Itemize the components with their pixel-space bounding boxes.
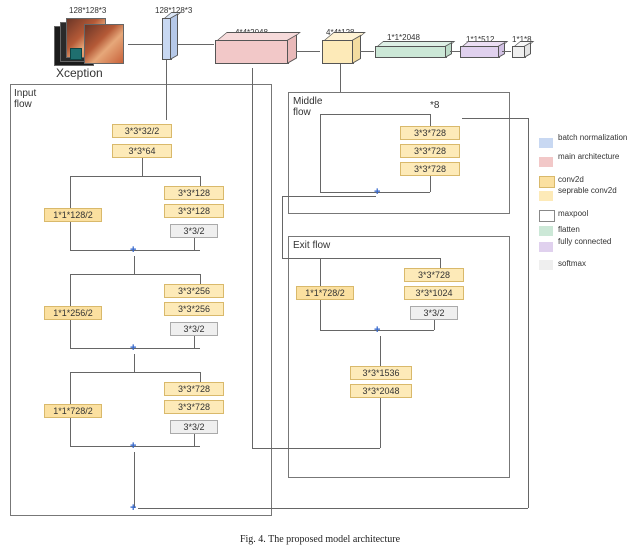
skip-1x1x256: 1*1*256/2: [44, 306, 102, 320]
mid-sep2: 3*3*728: [400, 144, 460, 158]
legend-flatten: flatten: [558, 225, 580, 234]
plus-icon: +: [130, 244, 136, 256]
sep-3x3x256a: 3*3*256: [164, 284, 224, 298]
maxpool-b2: 3*3/2: [170, 322, 218, 336]
arrow: [462, 118, 528, 119]
arrow: [434, 320, 435, 330]
arrow: [380, 398, 381, 448]
conv-3x3x32: 3*3*32/2: [112, 124, 172, 138]
legend-swatch-maxpool: [539, 210, 555, 222]
arrow: [134, 256, 135, 274]
plus-icon: +: [130, 440, 136, 452]
arrow: [70, 418, 71, 446]
arrow: [70, 274, 200, 275]
arrow: [282, 258, 320, 259]
arrow: [70, 222, 71, 250]
plus-icon: +: [130, 342, 136, 354]
arrow: [200, 372, 201, 382]
figure-caption: Fig. 4. The proposed model architecture: [0, 534, 640, 545]
arrow: [282, 196, 283, 258]
arrow: [194, 336, 195, 348]
arrow: [70, 372, 200, 373]
arrow: [430, 114, 431, 126]
exit-maxpool: 3*3/2: [410, 306, 458, 320]
exit-flow-title: Exit flow: [293, 240, 333, 251]
arrow: [200, 176, 201, 186]
exit-sep3: 3*3*1536: [350, 366, 412, 380]
sep-3x3x256b: 3*3*256: [164, 302, 224, 316]
legend-sep: seprable conv2d: [558, 186, 628, 195]
sep-3x3x728a: 3*3*728: [164, 382, 224, 396]
sep-3x3x728b: 3*3*728: [164, 400, 224, 414]
mid-sep1: 3*3*728: [400, 126, 460, 140]
arrow: [252, 448, 380, 449]
arrow: [320, 300, 321, 330]
legend-fc: fully connected: [558, 237, 628, 246]
sep-3x3x128a: 3*3*128: [164, 186, 224, 200]
legend-swatch-flatten: [539, 226, 553, 236]
arrow: [252, 68, 253, 448]
exit-sep1: 3*3*728: [404, 268, 464, 282]
arrow: [502, 51, 511, 52]
arrow: [430, 176, 431, 192]
legend-softmax: softmax: [558, 259, 586, 268]
conv-3x3x64: 3*3*64: [112, 144, 172, 158]
arrow: [166, 60, 167, 120]
exit-skip: 1*1*728/2: [296, 286, 354, 300]
legend-maxpool: maxpool: [558, 209, 588, 218]
arrow: [380, 336, 381, 366]
arrow: [194, 434, 195, 446]
arrow: [178, 44, 214, 45]
legend-swatch-conv2d: [539, 176, 555, 188]
middle-flow-repeat: *8: [430, 100, 439, 111]
mid-sep3: 3*3*728: [400, 162, 460, 176]
legend-swatch-main: [539, 157, 553, 167]
plus-icon: +: [374, 324, 380, 336]
legend-bn: batch normalization: [558, 133, 628, 142]
arrow: [320, 258, 440, 259]
input-flow-title: Input flow: [14, 88, 54, 110]
legend-swatch-softmax: [539, 260, 553, 270]
arrow: [320, 114, 321, 192]
arrow: [528, 118, 529, 508]
maxpool-b1: 3*3/2: [170, 224, 218, 238]
arrow: [128, 44, 162, 45]
exit-flow-panel: [288, 236, 510, 478]
legend-swatch-sep: [539, 191, 553, 201]
arrow: [200, 274, 201, 284]
arrow: [70, 320, 71, 348]
arrow: [296, 51, 320, 52]
legend-swatch-bn: [539, 138, 553, 148]
xception-title: Xception: [56, 66, 103, 80]
arrow: [142, 158, 143, 176]
arrow: [340, 64, 341, 92]
label-dim-input: 128*128*3: [69, 6, 106, 15]
arrow: [194, 238, 195, 250]
arrow: [282, 196, 376, 197]
exit-sep4: 3*3*2048: [350, 384, 412, 398]
arrow: [360, 51, 374, 52]
maxpool-b3: 3*3/2: [170, 420, 218, 434]
skip-1x1x728: 1*1*728/2: [44, 404, 102, 418]
sep-3x3x128b: 3*3*128: [164, 204, 224, 218]
arrow: [440, 258, 441, 268]
arrow: [138, 508, 528, 509]
arrow: [450, 51, 460, 52]
legend-main: main architecture: [558, 152, 628, 161]
arrow: [320, 114, 430, 115]
skip-1x1x128: 1*1*128/2: [44, 208, 102, 222]
plus-icon: +: [130, 502, 136, 514]
exit-sep2: 3*3*1024: [404, 286, 464, 300]
legend-swatch-fc: [539, 242, 553, 252]
arrow: [134, 354, 135, 372]
arrow: [70, 176, 200, 177]
arrow: [134, 452, 135, 508]
legend-conv2d: conv2d: [558, 175, 584, 184]
